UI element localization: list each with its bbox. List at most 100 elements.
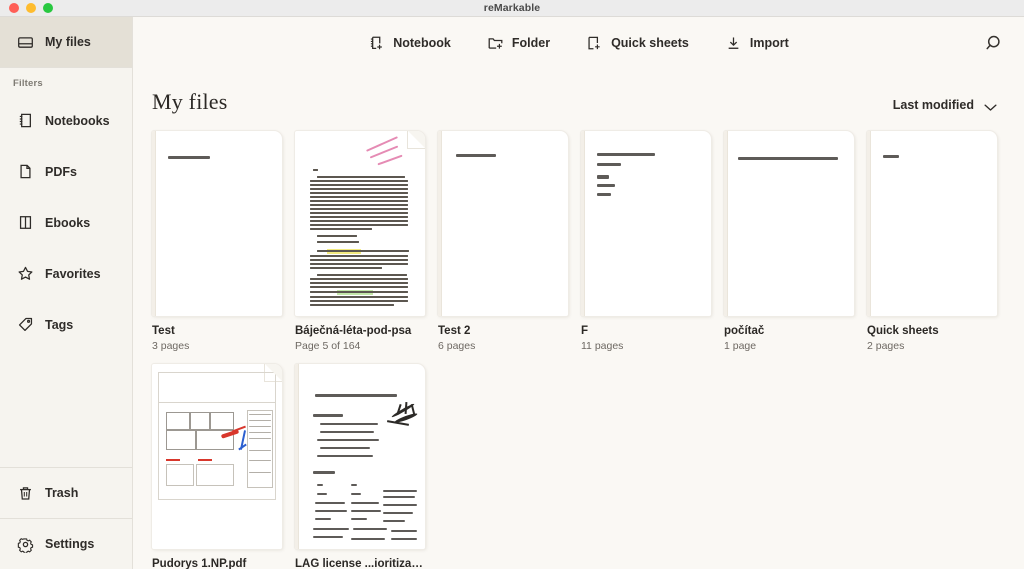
notebook-icon bbox=[17, 112, 34, 129]
thumbnail-ink bbox=[313, 528, 349, 530]
file-thumbnail[interactable] bbox=[152, 364, 282, 549]
sidebar-item-notebooks[interactable]: Notebooks bbox=[0, 95, 132, 146]
sidebar-item-label: Settings bbox=[45, 537, 94, 551]
file-thumbnail[interactable] bbox=[295, 131, 425, 316]
file-card[interactable]: F 11 pages bbox=[581, 131, 711, 352]
sidebar-item-tags[interactable]: Tags bbox=[0, 299, 132, 350]
import-button[interactable]: Import bbox=[725, 35, 789, 52]
sidebar-primary-section: My files bbox=[0, 17, 132, 67]
file-thumbnail[interactable] bbox=[295, 364, 425, 549]
sidebar-item-label: Favorites bbox=[45, 267, 101, 281]
file-meta: 1 page bbox=[724, 340, 854, 352]
thumbnail-ink bbox=[391, 530, 417, 532]
file-card[interactable]: Test 2 6 pages bbox=[438, 131, 568, 352]
thumbnail-ink bbox=[351, 493, 361, 495]
file-meta: 2 pages bbox=[867, 340, 997, 352]
thumbnail-ink bbox=[383, 496, 415, 498]
sidebar-filters-section: Notebooks PDFs Ebooks bbox=[0, 95, 132, 350]
sidebar-item-trash[interactable]: Trash bbox=[0, 468, 132, 518]
file-card[interactable]: Pudorys 1.NP.pdf Page 1 of 1 bbox=[152, 364, 282, 569]
sidebar-item-settings[interactable]: Settings bbox=[0, 519, 132, 569]
file-card[interactable]: Báječná-léta-pod-psa Page 5 of 164 bbox=[295, 131, 425, 352]
thumbnail-plan-legend-line bbox=[249, 438, 271, 439]
thumbnail-text bbox=[310, 255, 408, 257]
thumbnail-plan-legend-line bbox=[249, 426, 271, 427]
sidebar-item-ebooks[interactable]: Ebooks bbox=[0, 197, 132, 248]
sidebar-item-label: Notebooks bbox=[45, 114, 110, 128]
sidebar: My files Filters Notebooks bbox=[0, 17, 133, 569]
thumbnail-plan-legend-line bbox=[249, 420, 271, 421]
sidebar-item-pdfs[interactable]: PDFs bbox=[0, 146, 132, 197]
thumbnail-ink bbox=[351, 484, 357, 486]
sidebar-bottom-section: Trash Settings bbox=[0, 467, 132, 569]
thumbnail-spine bbox=[152, 131, 156, 316]
new-notebook-icon bbox=[368, 35, 385, 52]
thumbnail-text bbox=[310, 208, 408, 210]
thumbnail-floorplan-room bbox=[190, 412, 210, 430]
thumbnail-floorplan-room bbox=[166, 412, 190, 430]
new-folder-button[interactable]: Folder bbox=[487, 35, 550, 52]
file-meta: Page 5 of 164 bbox=[295, 340, 425, 352]
thumbnail-annotation-red bbox=[166, 459, 180, 461]
thumbnail-text bbox=[310, 224, 408, 226]
thumbnail-ink bbox=[383, 512, 413, 514]
sort-dropdown-label: Last modified bbox=[893, 98, 974, 112]
thumbnail-text bbox=[310, 180, 408, 182]
app-body: My files Filters Notebooks bbox=[0, 17, 1024, 569]
sort-dropdown[interactable]: Last modified bbox=[893, 98, 998, 115]
import-icon bbox=[725, 35, 742, 52]
search-icon bbox=[982, 41, 1004, 58]
thumbnail-text bbox=[310, 216, 408, 218]
thumbnail-spine bbox=[295, 364, 299, 549]
new-notebook-button[interactable]: Notebook bbox=[368, 35, 451, 52]
file-name: Pudorys 1.NP.pdf bbox=[152, 558, 282, 569]
files-icon bbox=[17, 34, 34, 51]
file-card[interactable]: Quick sheets 2 pages bbox=[867, 131, 997, 352]
thumbnail-text bbox=[310, 212, 408, 214]
toolbar-button-label: Folder bbox=[512, 36, 550, 50]
sidebar-item-my-files[interactable]: My files bbox=[0, 17, 132, 67]
file-thumbnail[interactable] bbox=[867, 131, 997, 316]
file-card[interactable]: LAG license ...ioritization 1 page bbox=[295, 364, 425, 569]
thumbnail-spine bbox=[581, 131, 585, 316]
file-thumbnail[interactable] bbox=[152, 131, 282, 316]
toolbar-button-label: Notebook bbox=[393, 36, 451, 50]
thumbnail-text bbox=[313, 169, 318, 171]
thumbnail-text bbox=[310, 296, 408, 298]
thumbnail-ink bbox=[383, 490, 417, 492]
thumbnail-floorplan-room bbox=[166, 430, 196, 450]
chevron-down-icon bbox=[983, 101, 998, 110]
new-quick-sheets-button[interactable]: Quick sheets bbox=[586, 35, 689, 52]
search-button[interactable] bbox=[982, 32, 1004, 54]
thumbnail-annotation-red bbox=[198, 459, 212, 461]
sidebar-item-label: Trash bbox=[45, 486, 78, 500]
thumbnail-plan-legend-line bbox=[249, 414, 271, 415]
thumbnail-plan-legend-line bbox=[249, 472, 271, 473]
files-grid: Test 3 pages bbox=[152, 131, 1002, 569]
thumbnail-text bbox=[310, 204, 408, 206]
thumbnail-text bbox=[310, 286, 408, 288]
thumbnail-text bbox=[310, 263, 408, 265]
file-card[interactable]: Test 3 pages bbox=[152, 131, 282, 352]
thumbnail-text bbox=[317, 274, 407, 276]
file-thumbnail[interactable] bbox=[581, 131, 711, 316]
thumbnail-ink bbox=[597, 193, 611, 196]
thumbnail-ink bbox=[383, 520, 405, 522]
thumbnail-ink bbox=[317, 455, 373, 457]
window-titlebar: reMarkable bbox=[0, 0, 1024, 17]
thumbnail-ink bbox=[320, 447, 370, 449]
thumbnail-floorplan-room bbox=[210, 412, 234, 430]
thumbnail-text bbox=[317, 176, 405, 178]
sidebar-item-label: PDFs bbox=[45, 165, 77, 179]
thumbnail-drawing bbox=[405, 402, 408, 414]
thumbnail-ink bbox=[738, 157, 838, 160]
thumbnail-text bbox=[310, 278, 408, 280]
pdf-icon bbox=[17, 163, 34, 180]
sidebar-item-favorites[interactable]: Favorites bbox=[0, 248, 132, 299]
file-card[interactable]: počítač 1 page bbox=[724, 131, 854, 352]
file-thumbnail[interactable] bbox=[724, 131, 854, 316]
thumbnail-text bbox=[310, 300, 408, 302]
create-actions-group: Notebook Folder bbox=[368, 35, 789, 52]
file-name: LAG license ...ioritization bbox=[295, 558, 425, 569]
file-thumbnail[interactable] bbox=[438, 131, 568, 316]
